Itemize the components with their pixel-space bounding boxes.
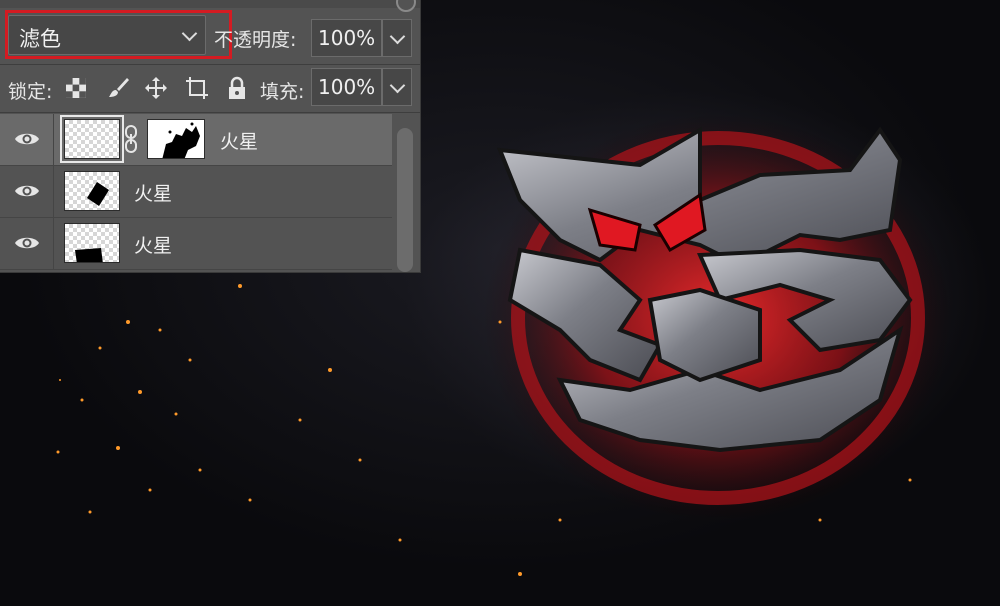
opacity-label: 不透明度: (214, 29, 297, 51)
layers-scrollbar-thumb[interactable] (397, 128, 413, 272)
eye-icon (15, 133, 39, 145)
fill-label: 填充: (260, 81, 305, 103)
layer-name: 火星 (134, 235, 173, 257)
fill-field[interactable]: 100% (311, 68, 382, 106)
divider (0, 112, 420, 113)
layer-thumbnail[interactable] (60, 115, 124, 163)
brush-icon[interactable] (106, 76, 130, 100)
lock-icon[interactable] (225, 76, 249, 100)
opacity-field[interactable]: 100% (311, 19, 382, 57)
layer-mask-thumbnail[interactable] (147, 119, 205, 159)
layer-row[interactable]: 火星 (0, 218, 392, 270)
divider (0, 64, 420, 65)
layers-panel: 滤色 不透明度: 100% 锁定: 填充: 100% 火星 火星 火星 (0, 0, 421, 273)
layer-thumbnail[interactable] (64, 171, 120, 211)
chevron-down-icon (389, 28, 406, 45)
eye-icon (15, 185, 39, 197)
panel-top-strip (0, 0, 420, 8)
chevron-down-icon (389, 77, 406, 94)
layer-row[interactable]: 火星 (0, 114, 392, 166)
blend-mode-highlight (5, 10, 232, 59)
move-icon[interactable] (144, 76, 168, 100)
visibility-toggle[interactable] (0, 166, 54, 217)
layer-name: 火星 (134, 183, 173, 205)
fill-value: 100% (318, 75, 376, 99)
layer-row[interactable]: 火星 (0, 166, 392, 218)
layer-thumbnail[interactable] (64, 223, 120, 263)
lock-transparency-icon[interactable] (64, 76, 88, 100)
panel-scroll-knob[interactable] (396, 0, 416, 12)
opacity-value: 100% (318, 26, 376, 50)
opacity-dropdown-button[interactable] (382, 19, 412, 57)
eye-icon (15, 237, 39, 249)
lock-label: 锁定: (8, 81, 53, 103)
layer-name: 火星 (220, 131, 259, 153)
fill-dropdown-button[interactable] (382, 68, 412, 106)
link-icon[interactable] (124, 124, 138, 154)
visibility-toggle[interactable] (0, 114, 54, 165)
visibility-toggle[interactable] (0, 218, 54, 269)
artboard-icon[interactable] (185, 76, 209, 100)
